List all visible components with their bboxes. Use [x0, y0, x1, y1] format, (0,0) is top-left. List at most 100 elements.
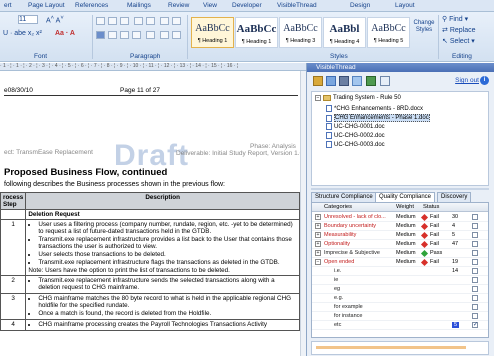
- align-right-icon[interactable]: [120, 31, 129, 39]
- tab-quality-compliance[interactable]: Quality Compliance: [375, 192, 436, 202]
- align-center-icon[interactable]: [108, 31, 117, 39]
- document-area[interactable]: e08/30/10 Page 11 of 27 Draft ect: Trans…: [0, 71, 306, 356]
- tab-developer[interactable]: Developer: [232, 2, 262, 9]
- change-styles-button[interactable]: Change Styles: [413, 20, 435, 34]
- expand-icon[interactable]: +: [315, 232, 321, 238]
- paragraph-group-label: Paragraph: [130, 53, 161, 60]
- style-heading-1-a[interactable]: AaBbCc ¶ Heading 1: [191, 17, 234, 48]
- tab-visiblethread[interactable]: VisibleThread: [277, 2, 317, 9]
- table-row[interactable]: for instance: [312, 312, 488, 321]
- table-row[interactable]: eg: [312, 285, 488, 294]
- grow-font-icon[interactable]: A˄ A˅: [46, 15, 64, 24]
- collapse-icon[interactable]: −: [315, 259, 321, 265]
- help-icon[interactable]: i: [480, 76, 489, 85]
- font-size-box[interactable]: 11: [18, 15, 38, 24]
- replace-button[interactable]: ⇄ Replace: [442, 26, 476, 34]
- collapse-icon[interactable]: −: [315, 95, 321, 101]
- row-checkbox[interactable]: [472, 277, 478, 283]
- decrease-indent-icon[interactable]: [134, 17, 143, 25]
- table-row[interactable]: + Imprecise & Subjective Medium Pass: [312, 249, 488, 258]
- count-value: 5: [452, 232, 456, 238]
- bullets-icon[interactable]: [96, 17, 105, 25]
- tab-page-layout[interactable]: Page Layout: [28, 2, 65, 9]
- tree-item-document-selected[interactable]: CHG Enhancements - Phase 1.doc: [326, 114, 430, 122]
- row-checkbox[interactable]: [472, 321, 478, 328]
- table-row[interactable]: + Boundary uncertainty Medium Fail 4: [312, 222, 488, 231]
- refresh-icon[interactable]: [352, 76, 362, 86]
- table-row[interactable]: + Unresolved - lack of clo... Medium Fail 30: [312, 213, 488, 222]
- align-left-icon[interactable]: [96, 31, 105, 39]
- row-checkbox[interactable]: [472, 259, 478, 265]
- sort-icon[interactable]: [160, 17, 169, 25]
- style-heading-5[interactable]: AaBbCc ¶ Heading 5: [367, 17, 410, 48]
- table-row[interactable]: ie: [312, 276, 488, 285]
- select-button[interactable]: ↖ Select ▾: [442, 37, 475, 45]
- find-button[interactable]: ⚲ Find ▾: [442, 15, 468, 23]
- add-document-icon[interactable]: [326, 76, 336, 86]
- tree-item-document[interactable]: UC-CHG-0002.doc: [326, 132, 385, 139]
- tree-item-label: UC-CHG-0003.doc: [334, 141, 385, 148]
- tree-item-label: UC-CHG-0001.doc: [334, 123, 385, 130]
- line-spacing-icon[interactable]: [146, 31, 155, 39]
- tree-item-document[interactable]: UC-CHG-0003.doc: [326, 141, 385, 148]
- status-header[interactable]: Status: [423, 204, 439, 210]
- borders-icon[interactable]: [172, 31, 181, 39]
- table-row: 4 CHG mainframe processing creates the P…: [0, 319, 300, 331]
- font-color-icon[interactable]: Aa · A: [55, 30, 75, 37]
- style-heading-4[interactable]: AaBbl ¶ Heading 4: [323, 17, 366, 48]
- table-row[interactable]: e.g.: [312, 294, 488, 303]
- row-checkbox[interactable]: [472, 214, 478, 220]
- horizontal-ruler[interactable]: · 1 · ¦ · 1 · ¦ · 2 · ¦ · 3 · ¦ · 4 · ¦ …: [0, 63, 306, 71]
- tab-review[interactable]: Review: [168, 2, 189, 9]
- categories-header[interactable]: Categories: [324, 204, 352, 210]
- expand-icon[interactable]: +: [315, 250, 321, 256]
- tab-structure-compliance[interactable]: Structure Compliance: [311, 192, 377, 202]
- style-heading-3[interactable]: AaBbCc ¶ Heading 3: [279, 17, 322, 48]
- settings-icon[interactable]: [380, 76, 390, 86]
- expand-icon[interactable]: +: [315, 214, 321, 220]
- table-row[interactable]: + Measurability Medium Fail 5: [312, 231, 488, 240]
- row-checkbox[interactable]: [472, 232, 478, 238]
- numbering-icon[interactable]: [108, 17, 117, 25]
- tab-insert[interactable]: ert: [4, 2, 12, 9]
- row-checkbox[interactable]: [472, 304, 478, 310]
- save-icon[interactable]: [339, 76, 349, 86]
- row-checkbox[interactable]: [472, 295, 478, 301]
- increase-indent-icon[interactable]: [146, 17, 155, 25]
- row-checkbox[interactable]: [472, 286, 478, 292]
- table-row[interactable]: for example: [312, 303, 488, 312]
- shading-icon[interactable]: [160, 31, 169, 39]
- tab-design[interactable]: Design: [350, 2, 370, 9]
- sign-out-link[interactable]: Sign out: [455, 77, 479, 84]
- tab-mailings[interactable]: Mailings: [127, 2, 151, 9]
- tab-layout[interactable]: Layout: [395, 2, 415, 9]
- row-checkbox[interactable]: [472, 223, 478, 229]
- tab-view[interactable]: View: [203, 2, 217, 9]
- tab-discovery[interactable]: Discovery: [437, 192, 472, 202]
- row-checkbox[interactable]: [472, 313, 478, 319]
- multilevel-list-icon[interactable]: [120, 17, 129, 25]
- tree-item-project[interactable]: − Trading System - Rule 50: [315, 95, 401, 101]
- tab-references[interactable]: References: [75, 2, 108, 9]
- weight-header[interactable]: Weight: [396, 204, 414, 210]
- row-checkbox[interactable]: [472, 241, 478, 247]
- bullet-text: Transmit.exe replacement infrastructure …: [38, 259, 297, 266]
- tree-item-document[interactable]: *CHG Enhancements - 8RD.docx: [326, 105, 423, 112]
- show-marks-icon[interactable]: [172, 17, 181, 25]
- table-row[interactable]: i.e. 14: [312, 267, 488, 276]
- open-folder-icon[interactable]: [313, 76, 323, 86]
- style-sample: AaBbCc: [371, 23, 406, 34]
- row-checkbox[interactable]: [472, 250, 478, 256]
- pane-splitter[interactable]: [311, 188, 489, 190]
- justify-icon[interactable]: [132, 31, 141, 39]
- table-row[interactable]: etc 5: [312, 321, 488, 330]
- bold-italic-underline-icon[interactable]: U · abe x₂ x²: [3, 30, 42, 37]
- chart-icon[interactable]: [366, 76, 376, 86]
- tree-item-document[interactable]: UC-CHG-0001.doc: [326, 123, 385, 130]
- table-row[interactable]: − Open ended Medium Fail 19: [312, 258, 488, 267]
- expand-icon[interactable]: +: [315, 241, 321, 247]
- expand-icon[interactable]: +: [315, 223, 321, 229]
- row-checkbox[interactable]: [472, 268, 478, 274]
- style-heading-1-b[interactable]: AaBbCc ¶ Heading 1: [235, 17, 278, 48]
- table-row[interactable]: + Optionality Medium Fail 47: [312, 240, 488, 249]
